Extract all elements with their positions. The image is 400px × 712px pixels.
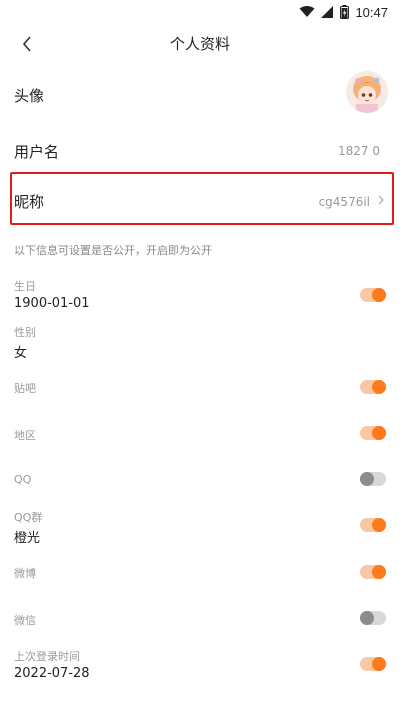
qq-group-value: 橙光 — [14, 531, 41, 546]
gender-value: 女 — [14, 346, 28, 361]
region-toggle[interactable] — [360, 426, 386, 440]
privacy-hint: 以下信息可设置是否公开，开启即为公开 — [14, 244, 212, 257]
toggle-knob — [372, 565, 386, 579]
qq-group-label: QQ群 — [14, 511, 43, 524]
chevron-right-icon — [378, 195, 384, 205]
battery-icon — [340, 5, 350, 19]
birthday-label: 生日 — [14, 280, 36, 293]
last-login-value: 2022-07-28 — [14, 666, 90, 681]
weibo-label: 微博 — [14, 567, 36, 580]
weibo-toggle[interactable] — [360, 565, 386, 579]
status-time: 10:47 — [355, 4, 388, 20]
wifi-icon — [299, 6, 315, 17]
wechat-label: 微信 — [14, 614, 36, 627]
qq-toggle[interactable] — [360, 472, 386, 486]
avatar[interactable] — [346, 71, 388, 113]
username-row: 用户名 1827 0 — [0, 125, 400, 173]
username-label: 用户名 — [14, 143, 60, 161]
page-title: 个人资料 — [169, 35, 230, 53]
toggle-knob — [360, 472, 374, 486]
status-bar: 10:47 — [0, 0, 400, 24]
toggle-knob — [360, 611, 374, 625]
toggle-knob — [372, 380, 386, 394]
avatar-label: 头像 — [14, 87, 45, 105]
last-login-toggle[interactable] — [360, 657, 386, 671]
qq-group-toggle[interactable] — [360, 518, 386, 532]
toggle-knob — [372, 657, 386, 671]
wechat-toggle[interactable] — [360, 611, 386, 625]
toggle-knob — [372, 288, 386, 302]
nav-header: 个人资料 — [0, 24, 400, 64]
signal-icon — [321, 6, 334, 18]
gender-label: 性别 — [14, 326, 36, 339]
avatar-row[interactable]: 头像 — [0, 68, 400, 120]
tieba-toggle[interactable] — [360, 380, 386, 394]
birthday-value: 1900-01-01 — [14, 296, 90, 311]
qq-label: QQ — [14, 473, 32, 486]
username-value: 1827 0 — [338, 144, 380, 158]
last-login-label: 上次登录时间 — [14, 650, 80, 663]
region-label: 地区 — [14, 429, 36, 442]
toggle-knob — [372, 426, 386, 440]
highlight-frame — [10, 172, 394, 225]
avatar-image — [346, 71, 388, 113]
tieba-label: 贴吧 — [14, 382, 36, 395]
birthday-toggle[interactable] — [360, 288, 386, 302]
toggle-knob — [372, 518, 386, 532]
